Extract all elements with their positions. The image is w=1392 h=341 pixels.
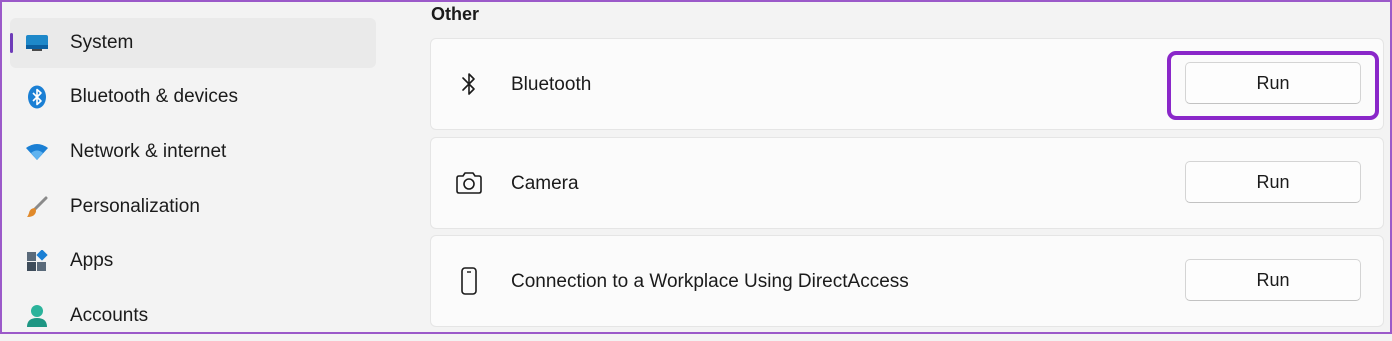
sidebar-item-personalization[interactable]: Personalization xyxy=(10,182,376,232)
brush-icon xyxy=(24,195,50,219)
sidebar-item-label: Apps xyxy=(70,250,114,271)
sidebar-item-network-internet[interactable]: Network & internet xyxy=(10,127,376,177)
sidebar-item-apps[interactable]: Apps xyxy=(10,236,376,286)
run-button[interactable]: Run xyxy=(1185,62,1361,104)
selection-indicator xyxy=(10,33,13,53)
troubleshooter-label: Bluetooth xyxy=(511,74,592,95)
sidebar-item-label: Network & internet xyxy=(70,141,227,162)
troubleshooter-label: Camera xyxy=(511,173,579,194)
troubleshooter-directaccess: Connection to a Workplace Using DirectAc… xyxy=(430,235,1384,327)
bluetooth-devices-icon xyxy=(24,85,50,109)
run-button[interactable]: Run xyxy=(1185,161,1361,203)
run-button[interactable]: Run xyxy=(1185,259,1361,301)
sidebar-item-label: Personalization xyxy=(70,196,200,217)
troubleshooter-camera: Camera Run xyxy=(430,137,1384,229)
sidebar-item-bluetooth-devices[interactable]: Bluetooth & devices xyxy=(10,72,376,122)
person-icon xyxy=(24,304,50,328)
sidebar: System Bluetooth & devices Network & int… xyxy=(0,0,392,334)
system-icon xyxy=(24,31,50,55)
troubleshooter-bluetooth: Bluetooth Run xyxy=(430,38,1384,130)
sidebar-item-system[interactable]: System xyxy=(10,18,376,68)
sidebar-item-label: Bluetooth & devices xyxy=(70,86,238,107)
phone-icon xyxy=(455,267,483,295)
camera-icon xyxy=(455,169,483,197)
section-title: Other xyxy=(431,4,480,24)
sidebar-item-label: Accounts xyxy=(70,305,149,326)
bluetooth-icon xyxy=(455,70,483,98)
sidebar-item-label: System xyxy=(70,32,134,53)
troubleshooter-label: Connection to a Workplace Using DirectAc… xyxy=(511,271,909,292)
wifi-icon xyxy=(24,140,50,164)
apps-icon xyxy=(24,249,50,273)
